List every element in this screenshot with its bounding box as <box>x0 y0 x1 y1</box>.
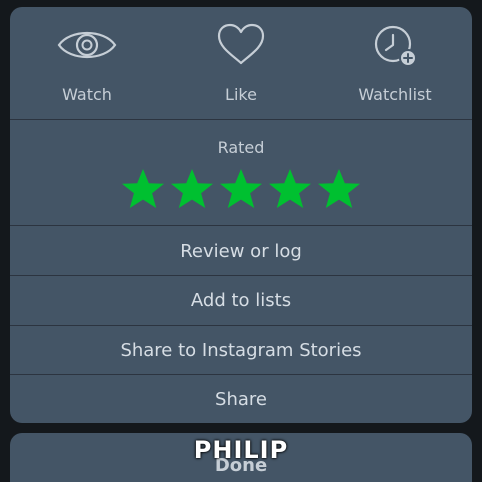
review-or-log-button[interactable]: Review or log <box>10 241 472 262</box>
watch-label: Watch <box>62 85 112 104</box>
action-sheet: Watch Like Watchlist Rated Review or log… <box>10 7 472 423</box>
watchlist-button[interactable]: Watchlist <box>318 7 472 119</box>
eye-icon <box>57 32 117 58</box>
star-icon-2[interactable] <box>169 167 215 213</box>
share-instagram-stories-button[interactable]: Share to Instagram Stories <box>10 340 472 361</box>
video-caption: PHILIP <box>193 436 289 464</box>
rated-label: Rated <box>217 138 265 157</box>
star-icon-5[interactable] <box>316 167 362 213</box>
star-icon-3[interactable] <box>218 167 264 213</box>
screen: Watch Like Watchlist Rated Review or log… <box>0 0 482 482</box>
share-button[interactable]: Share <box>10 389 472 410</box>
add-to-lists-button[interactable]: Add to lists <box>10 290 472 311</box>
divider <box>10 275 472 276</box>
star-rating[interactable] <box>120 167 362 217</box>
like-button[interactable]: Like <box>164 7 318 119</box>
star-icon-1[interactable] <box>120 167 166 213</box>
watchlist-label: Watchlist <box>358 85 432 104</box>
divider <box>10 374 472 375</box>
star-icon-4[interactable] <box>267 167 313 213</box>
like-label: Like <box>225 85 257 104</box>
watchlist-clock-plus-icon <box>374 25 417 67</box>
watch-button[interactable]: Watch <box>10 7 164 119</box>
quick-actions-row: Watch Like Watchlist <box>10 7 472 119</box>
divider <box>10 225 472 226</box>
divider <box>10 325 472 326</box>
divider <box>10 119 472 120</box>
heart-icon <box>217 23 265 65</box>
